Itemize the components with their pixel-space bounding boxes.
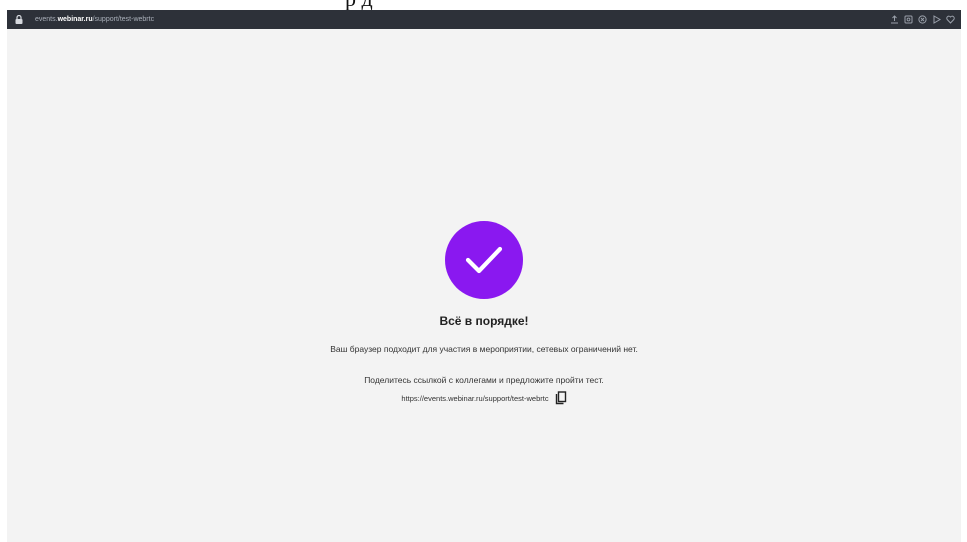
heart-icon[interactable] (946, 15, 955, 24)
page-content: Всё в порядке! Ваш браузер подходит для … (7, 29, 961, 542)
share-prompt: Поделитесь ссылкой с коллегами и предлож… (364, 375, 604, 385)
share-link-row: https://events.webinar.ru/support/test-w… (7, 391, 961, 405)
play-icon[interactable] (932, 15, 941, 24)
cropped-text: р д (345, 0, 373, 10)
status-description: Ваш браузер подходит для участия в мероп… (330, 344, 638, 354)
address-bar-actions (890, 15, 955, 24)
url-path: /support/test-webrtc (92, 16, 155, 23)
success-check-icon (445, 221, 523, 299)
status-title: Всё в порядке! (439, 314, 529, 328)
share-link[interactable]: https://events.webinar.ru/support/test-w… (401, 394, 548, 403)
share-icon[interactable] (890, 15, 899, 24)
screenshot-icon[interactable] (904, 15, 913, 24)
copy-icon[interactable] (555, 391, 567, 405)
address-url[interactable]: events.webinar.ru/support/test-webrtc (35, 16, 154, 23)
url-host: webinar.ru (57, 16, 93, 23)
lock-icon[interactable] (13, 14, 25, 26)
close-circle-icon[interactable] (918, 15, 927, 24)
cropped-header-fragment: р д (0, 0, 967, 10)
browser-address-bar: events.webinar.ru/support/test-webrtc (7, 10, 961, 29)
url-prefix: events. (35, 16, 58, 23)
